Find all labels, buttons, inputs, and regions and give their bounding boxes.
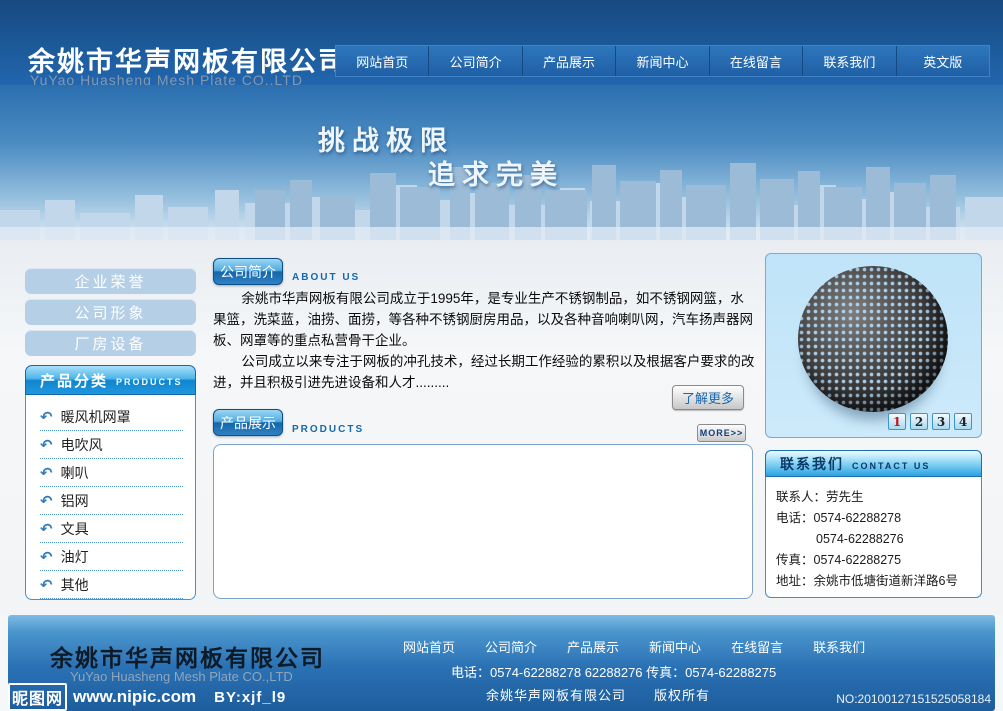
nav-item-products[interactable]: 产品展示 — [522, 46, 615, 76]
product-category-panel: 产品分类 PRODUCTS ↶ 暖风机网罩 ↶ 电吹风 ↶ 喇叭 ↶ — [25, 365, 196, 600]
category-label: 其他 — [61, 575, 89, 595]
watermark-site-logo: 昵图网 — [8, 683, 67, 711]
contact-subtitle: CONTACT US — [852, 461, 930, 471]
curved-arrow-icon: ↶ — [40, 576, 53, 594]
product-category-header: 产品分类 PRODUCTS — [25, 365, 196, 395]
contact-title: 联系我们 — [780, 454, 844, 474]
footer-company-name-english: YuYao Huasheng Mesh Plate CO.,LTD — [70, 669, 293, 684]
product-category-item[interactable]: ↶ 铝网 — [40, 487, 183, 515]
sidebar-button-facilities[interactable]: 厂房设备 — [25, 330, 196, 356]
footer-phone-line: 电话：0574-62288278 62288276 传真：0574-622882… — [451, 662, 776, 681]
banner-slogan-line2: 追求完美 — [428, 153, 564, 192]
category-panel-title: 产品分类 — [40, 370, 108, 391]
category-label: 暖风机网罩 — [61, 407, 131, 427]
product-category-item[interactable]: ↶ 其他 — [40, 571, 183, 599]
contact-fax-line: 传真：0574-62288275 — [776, 550, 973, 571]
header: 余姚市华声网板有限公司 YuYao Huasheng Mesh Plate CO… — [0, 0, 1003, 85]
banner: 挑战极限 追求完美 — [0, 85, 1003, 240]
gallery-panel: 1 2 3 4 — [765, 253, 982, 438]
nipic-watermark: 昵图网 www.nipic.com BY:xjf_l9 — [8, 683, 286, 711]
footer-nav-contact[interactable]: 联系我们 — [813, 637, 865, 656]
contact-info: 联系人：劳先生 电话：0574-62288278 0574-62288276 传… — [765, 477, 982, 598]
footer-nav-about[interactable]: 公司简介 — [485, 637, 537, 656]
nav-item-home[interactable]: 网站首页 — [336, 46, 428, 76]
curved-arrow-icon: ↶ — [40, 408, 53, 426]
pagination-button-1[interactable]: 1 — [888, 413, 906, 430]
product-category-item[interactable]: ↶ 电吹风 — [40, 431, 183, 459]
learn-more-button[interactable]: 了解更多 — [672, 385, 744, 410]
category-label: 文具 — [61, 519, 89, 539]
curved-arrow-icon: ↶ — [40, 548, 53, 566]
curved-arrow-icon: ↶ — [40, 464, 53, 482]
watermark-url: www.nipic.com — [73, 687, 196, 707]
curved-arrow-icon: ↶ — [40, 492, 53, 510]
curved-arrow-icon: ↶ — [40, 520, 53, 538]
sidebar-button-company-image[interactable]: 公司形象 — [25, 299, 196, 325]
footer-nav-home[interactable]: 网站首页 — [403, 637, 455, 656]
main-nav: 网站首页 公司简介 产品展示 新闻中心 在线留言 联系我们 英文版 — [335, 45, 990, 77]
footer-nav-guestbook[interactable]: 在线留言 — [731, 637, 783, 656]
footer-copyright: 余姚华声网板有限公司 版权所有 — [486, 685, 710, 704]
main-content: 企业荣誉 公司形象 厂房设备 产品分类 PRODUCTS ↶ 暖风机网罩 ↶ 电… — [0, 240, 1003, 615]
nav-item-about[interactable]: 公司简介 — [428, 46, 521, 76]
pagination-button-3[interactable]: 3 — [932, 413, 950, 430]
products-caption: PRODUCTS — [292, 424, 364, 435]
category-label: 油灯 — [61, 547, 89, 567]
category-panel-subtitle: PRODUCTS — [116, 377, 183, 387]
footer: 余姚市华声网板有限公司 YuYao Huasheng Mesh Plate CO… — [8, 615, 995, 711]
more-button[interactable]: MORE>> — [697, 424, 746, 442]
product-category-item[interactable]: ↶ 暖风机网罩 — [40, 403, 183, 431]
contact-person-line: 联系人：劳先生 — [776, 487, 973, 508]
contact-panel: 联系我们 CONTACT US 联系人：劳先生 电话：0574-62288278… — [765, 450, 982, 598]
contact-phone-line: 电话：0574-62288278 — [776, 508, 973, 529]
gallery-pagination: 1 2 3 4 — [888, 413, 972, 430]
product-category-item[interactable]: ↶ 油灯 — [40, 543, 183, 571]
about-section: 余姚市华声网板有限公司成立于1995年，是专业生产不锈钢制品，如不锈钢网篮，水果… — [213, 288, 755, 393]
category-label: 铝网 — [61, 491, 89, 511]
curved-arrow-icon: ↶ — [40, 436, 53, 454]
watermark-author: BY:xjf_l9 — [214, 689, 286, 706]
footer-serial-number: NO:20100127151525058184 — [836, 692, 991, 706]
sidebar-button-honors[interactable]: 企业荣誉 — [25, 268, 196, 294]
nav-item-news[interactable]: 新闻中心 — [615, 46, 708, 76]
category-label: 喇叭 — [61, 463, 89, 483]
contact-phone2-line: 0574-62288276 — [776, 529, 973, 550]
nav-item-contact[interactable]: 联系我们 — [802, 46, 895, 76]
about-paragraph-1: 余姚市华声网板有限公司成立于1995年，是专业生产不锈钢制品，如不锈钢网篮，水果… — [213, 288, 755, 351]
footer-nav-products[interactable]: 产品展示 — [567, 637, 619, 656]
pagination-button-2[interactable]: 2 — [910, 413, 928, 430]
products-tab-button[interactable]: 产品展示 — [213, 409, 283, 436]
nav-item-guestbook[interactable]: 在线留言 — [709, 46, 802, 76]
about-caption: ABOUT US — [292, 272, 360, 283]
contact-header: 联系我们 CONTACT US — [765, 450, 982, 477]
about-tab-button[interactable]: 公司简介 — [213, 258, 283, 285]
speaker-mesh-product-image — [798, 266, 948, 412]
product-category-item[interactable]: ↶ 喇叭 — [40, 459, 183, 487]
contact-address-line: 地址：余姚市低塘街道新洋路6号 — [776, 571, 973, 592]
product-category-item[interactable]: ↶ 文具 — [40, 515, 183, 543]
category-label: 电吹风 — [61, 435, 103, 455]
nav-item-english[interactable]: 英文版 — [896, 46, 989, 76]
footer-nav: 网站首页 公司简介 产品展示 新闻中心 在线留言 联系我们 — [403, 637, 865, 656]
footer-nav-news[interactable]: 新闻中心 — [649, 637, 701, 656]
page: 余姚市华声网板有限公司 YuYao Huasheng Mesh Plate CO… — [0, 0, 1003, 711]
product-category-list: ↶ 暖风机网罩 ↶ 电吹风 ↶ 喇叭 ↶ 铝网 ↶ 文具 — [25, 395, 196, 600]
pagination-button-4[interactable]: 4 — [954, 413, 972, 430]
footer-company-name: 余姚市华声网板有限公司 — [50, 639, 325, 673]
products-display-area — [213, 444, 753, 599]
